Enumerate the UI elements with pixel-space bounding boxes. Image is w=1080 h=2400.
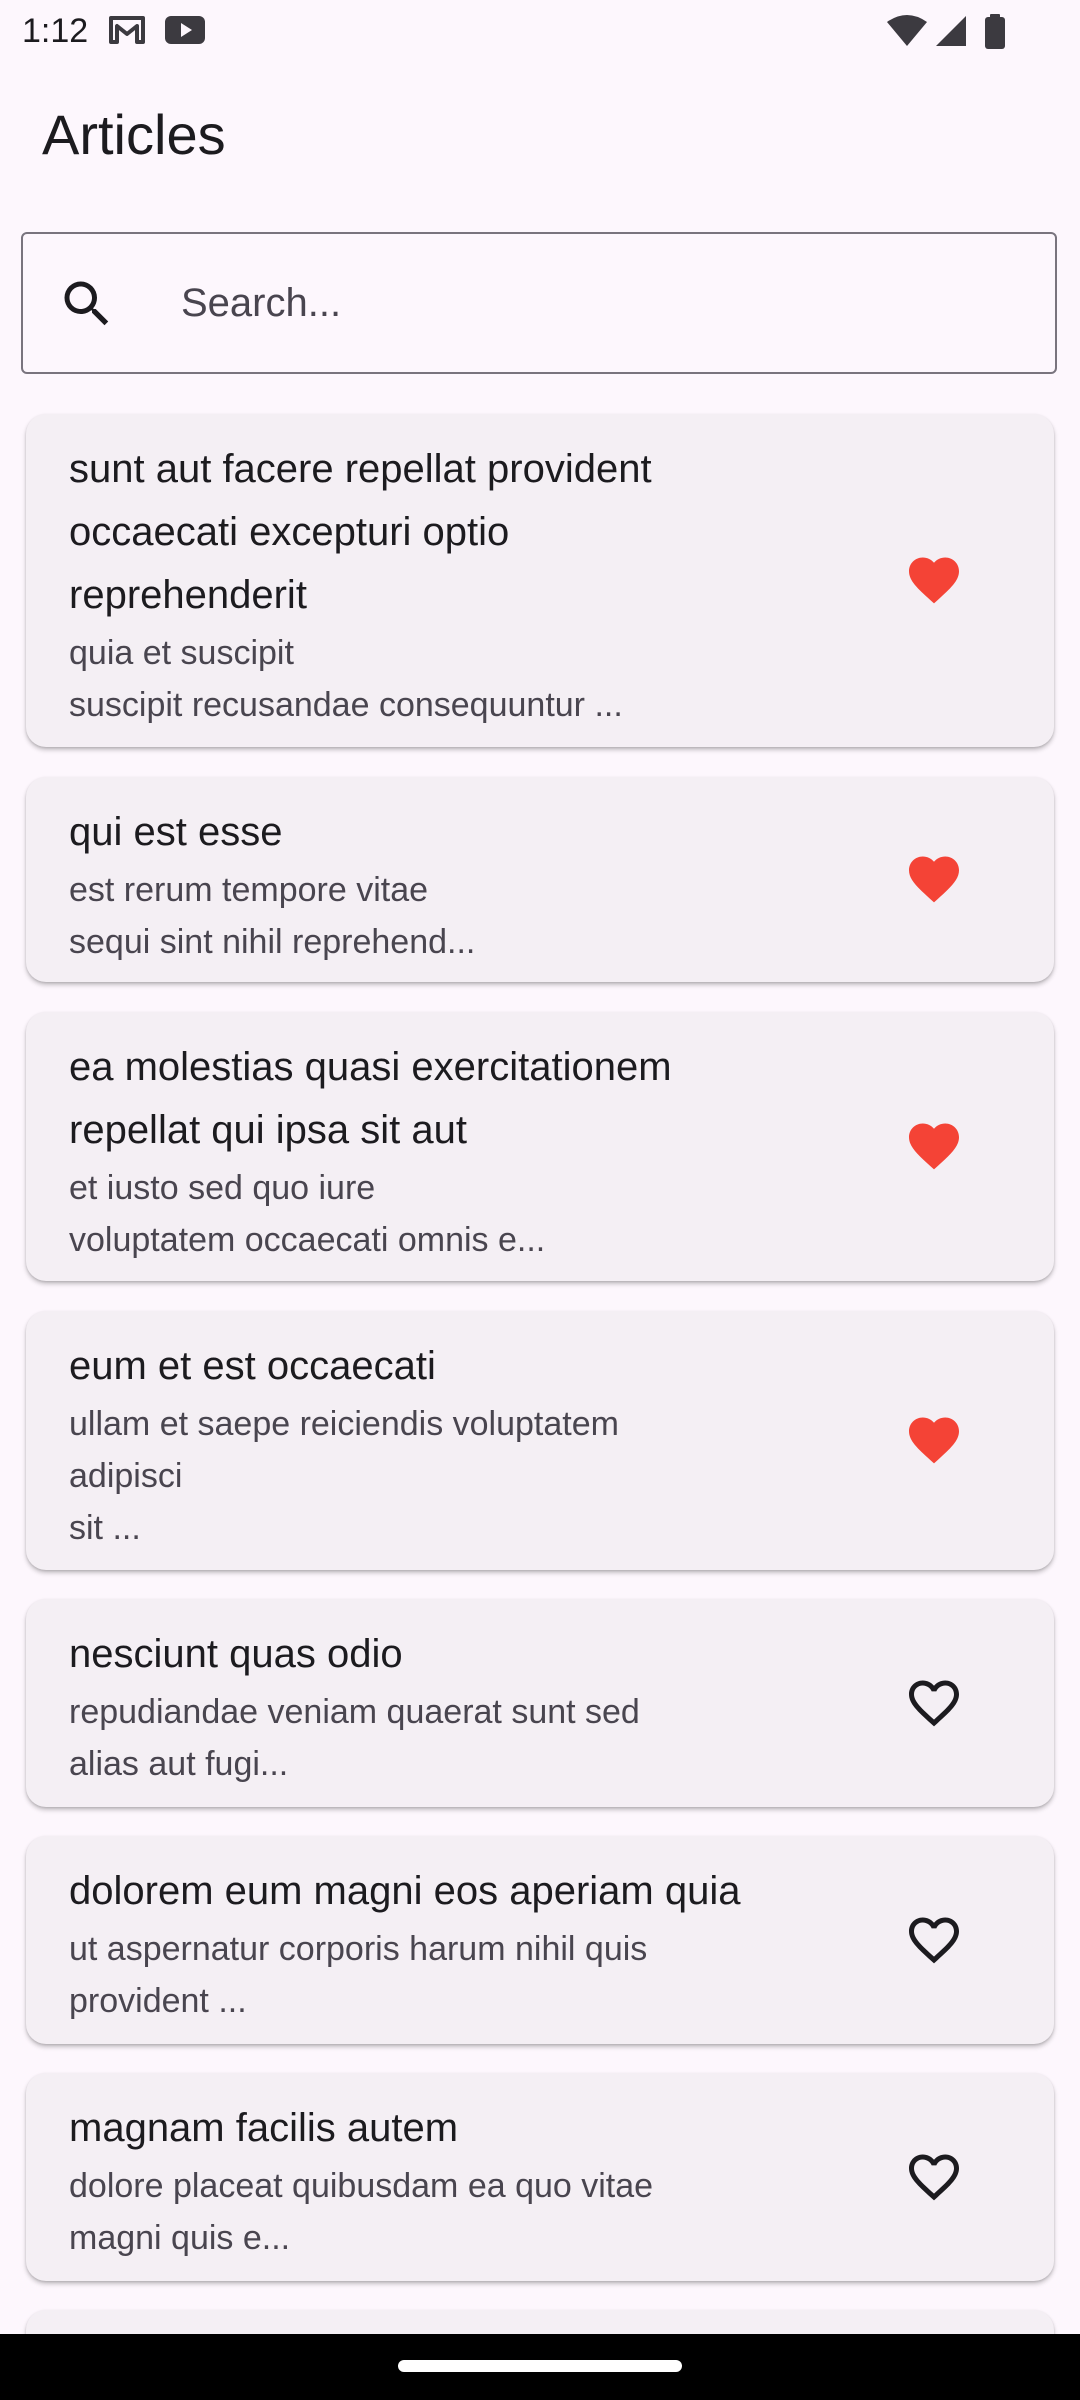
article-text: dolorem eum magni eos aperiam quia ut as… — [69, 1860, 869, 2027]
favorite-button[interactable] — [898, 544, 970, 616]
article-card[interactable]: qui est esse est rerum tempore vitae seq… — [26, 777, 1054, 982]
article-title: ea molestias quasi exercitationem repell… — [69, 1045, 672, 1152]
article-card[interactable]: eum et est occaecati ullam et saepe reic… — [26, 1311, 1054, 1570]
article-card[interactable]: nesciunt quas odio repudiandae veniam qu… — [26, 1599, 1054, 1807]
article-text: nesciunt quas odio repudiandae veniam qu… — [69, 1623, 869, 1790]
article-text: eum et est occaecati ullam et saepe reic… — [69, 1335, 869, 1554]
heart-outline-icon — [909, 2154, 959, 2201]
article-text: magnam facilis autem dolore placeat quib… — [69, 2097, 869, 2264]
heart-filled-icon — [909, 1417, 959, 1464]
article-title: sunt aut facere repellat provident occae… — [69, 447, 652, 617]
article-card[interactable]: dolorem eum magni eos aperiam quia ut as… — [26, 1836, 1054, 2044]
article-body: repudiandae veniam quaerat sunt sed alia… — [69, 1693, 640, 1783]
article-title: nesciunt quas odio — [69, 1632, 403, 1676]
article-card[interactable]: magnam facilis autem dolore placeat quib… — [26, 2073, 1054, 2281]
article-body: ut aspernatur corporis harum nihil quis … — [69, 1930, 648, 2020]
favorite-button[interactable] — [898, 1110, 970, 1182]
heart-filled-icon — [909, 1123, 959, 1170]
article-body: ullam et saepe reiciendis voluptatem adi… — [69, 1405, 619, 1547]
article-card[interactable]: ea molestias quasi exercitationem repell… — [26, 1012, 1054, 1281]
heart-outline-icon — [909, 1917, 959, 1964]
article-text: qui est esse est rerum tempore vitae seq… — [69, 801, 869, 968]
favorite-button[interactable] — [898, 843, 970, 915]
article-title: magnam facilis autem — [69, 2106, 459, 2150]
heart-outline-icon — [909, 1680, 959, 1727]
article-card[interactable] — [26, 2310, 1054, 2334]
article-card[interactable]: sunt aut facere repellat provident occae… — [26, 414, 1054, 747]
home-gesture-handle[interactable] — [398, 2360, 682, 2372]
article-body: et iusto sed quo iure voluptatem occaeca… — [69, 1169, 546, 1259]
heart-filled-icon — [909, 557, 959, 604]
article-body: est rerum tempore vitae sequi sint nihil… — [69, 871, 476, 961]
article-text: sunt aut facere repellat provident occae… — [69, 438, 869, 731]
article-text: ea molestias quasi exercitationem repell… — [69, 1036, 869, 1266]
favorite-button[interactable] — [898, 1904, 970, 1976]
article-body: dolore placeat quibusdam ea quo vitae ma… — [69, 2167, 654, 2257]
article-title: dolorem eum magni eos aperiam quia — [69, 1869, 741, 1913]
heart-filled-icon — [909, 856, 959, 903]
article-body: quia et suscipit suscipit recusandae con… — [69, 634, 623, 724]
article-title: qui est esse — [69, 810, 283, 854]
article-list[interactable]: sunt aut facere repellat provident occae… — [0, 0, 1080, 2334]
favorite-button[interactable] — [898, 2141, 970, 2213]
system-navigation-bar — [0, 2334, 1080, 2400]
article-title: eum et est occaecati — [69, 1344, 436, 1388]
favorite-button[interactable] — [898, 1404, 970, 1476]
favorite-button[interactable] — [898, 1667, 970, 1739]
